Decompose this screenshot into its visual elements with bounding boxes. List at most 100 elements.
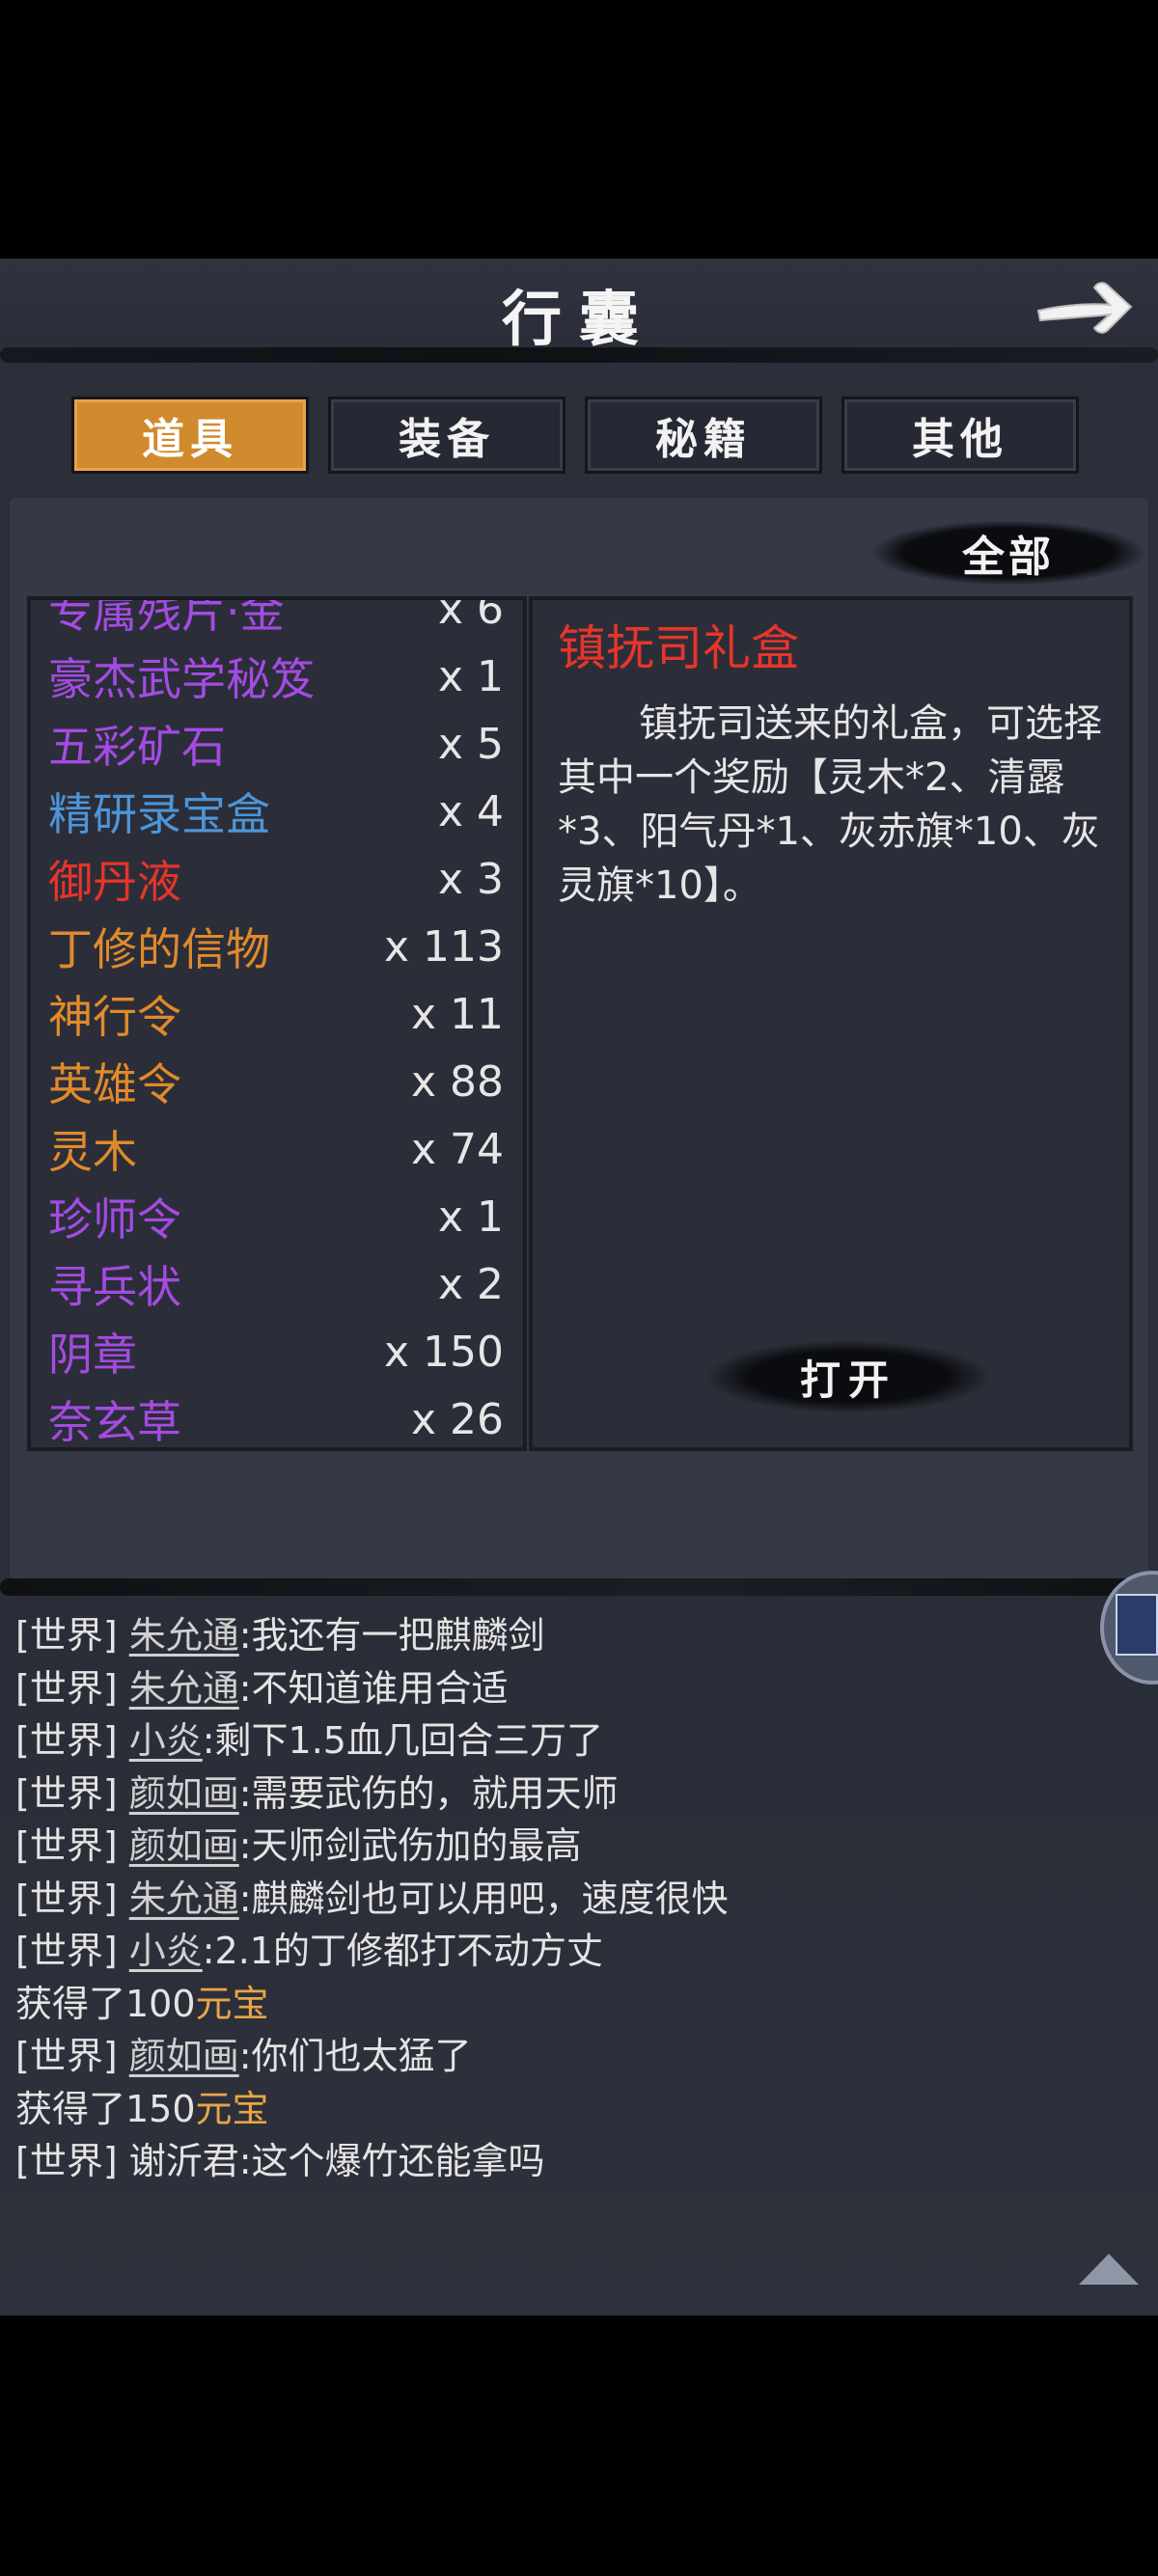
item-name: 精研录宝盒 — [48, 788, 270, 840]
item-list[interactable]: 专属残片·金 x 6 豪杰武学秘笈 x 1 五彩矿石 x 5 精研录宝盒 x 4 御丹液 x 3 丁… — [27, 596, 527, 1451]
item-name: 阴章 — [48, 1329, 137, 1381]
right-arrow-icon[interactable] — [1034, 272, 1135, 342]
chat-message: 获得了150元宝 — [15, 2083, 1077, 2136]
item-name: 神行令 — [48, 991, 181, 1043]
chat-message: [世界] 谢沂君:这个爆竹还能拿吗 — [15, 2135, 1077, 2188]
tab-manuals[interactable]: 秘籍 — [585, 397, 822, 474]
item-name: 专属残片·金 — [48, 596, 285, 638]
status-bar-area — [0, 0, 1158, 259]
chat-text: :剩下1.5血几回合三万了 — [202, 1719, 603, 1762]
open-button[interactable]: 打开 — [708, 1341, 988, 1412]
item-name: 灵木 — [48, 1126, 137, 1178]
chat-message: [世界] 小炎:剩下1.5血几回合三万了 — [15, 1714, 1077, 1768]
item-quantity: x 4 — [437, 786, 504, 836]
chat-message: [世界] 颜如画:天师剑武伤加的最高 — [15, 1820, 1077, 1873]
item-quantity: x 1 — [437, 1192, 504, 1242]
currency-label: 元宝 — [195, 2087, 269, 2130]
list-item[interactable]: 英雄令 x 88 — [31, 1048, 523, 1115]
navigation-bar-area — [0, 2316, 1158, 2576]
list-item[interactable]: 精研录宝盒 x 4 — [31, 778, 523, 845]
item-quantity: x 88 — [410, 1056, 504, 1107]
chat-message: 获得了100元宝 — [15, 1978, 1077, 2031]
currency-label: 元宝 — [195, 1982, 269, 2025]
header-divider — [0, 347, 1158, 363]
filter-all-button[interactable]: 全部 — [873, 521, 1144, 585]
list-item[interactable]: 御丹液 x 3 — [31, 845, 523, 913]
chat-log[interactable]: [世界] 朱允通:我还有一把麒麟剑 [世界] 朱允通:不知道谁用合适 [世界] 小炎… — [15, 1609, 1077, 2188]
item-quantity: x 74 — [410, 1124, 504, 1174]
item-name: 豪杰武学秘笈 — [48, 653, 315, 705]
item-name: 奈玄草 — [48, 1396, 181, 1448]
chat-message: [世界] 朱允通:我还有一把麒麟剑 — [15, 1609, 1077, 1662]
item-name: 御丹液 — [48, 856, 181, 908]
chat-sender[interactable]: 谢沂君 — [129, 2140, 239, 2182]
chat-sender[interactable]: 朱允通 — [129, 1614, 239, 1657]
list-item[interactable]: 专属残片·金 x 6 — [31, 596, 523, 643]
page-title: 行囊 — [501, 284, 656, 354]
item-name: 珍师令 — [48, 1193, 181, 1246]
chat-channel: [世界] — [15, 2035, 129, 2077]
chat-channel: [世界] — [15, 1771, 129, 1815]
chat-divider — [0, 1578, 1158, 1596]
chat-message: [世界] 颜如画:你们也太猛了 — [15, 2030, 1077, 2083]
tab-equipment[interactable]: 装备 — [328, 397, 565, 474]
chat-channel: [世界] — [15, 1666, 129, 1710]
chat-sender[interactable]: 颜如画 — [129, 2035, 239, 2077]
chat-message: [世界] 朱允通:麒麟剑也可以用吧，速度很快 — [15, 1873, 1077, 1926]
item-name: 英雄令 — [48, 1058, 181, 1110]
item-quantity: x 150 — [383, 1327, 504, 1377]
tab-items[interactable]: 道具 — [71, 397, 309, 474]
chat-text: :2.1的丁修都打不动方丈 — [202, 1930, 603, 1972]
item-quantity: x 2 — [437, 1259, 504, 1309]
chat-sender[interactable]: 朱允通 — [129, 1877, 239, 1920]
chat-channel: [世界] — [15, 1614, 129, 1657]
chat-sender[interactable]: 小炎 — [129, 1719, 203, 1762]
chat-channel: [世界] — [15, 2140, 129, 2182]
item-quantity: x 3 — [437, 854, 504, 904]
item-quantity: x 26 — [410, 1394, 504, 1444]
chat-sender[interactable]: 小炎 — [129, 1930, 203, 1972]
detail-item-name: 镇抚司礼盒 — [558, 620, 799, 676]
item-name: 寻兵状 — [48, 1261, 181, 1313]
item-quantity: x 1 — [437, 651, 504, 701]
chat-sender[interactable]: 颜如画 — [129, 1772, 239, 1815]
item-quantity: x 6 — [437, 596, 504, 634]
list-item[interactable]: 五彩矿石 x 5 — [31, 710, 523, 778]
chat-text: :不知道谁用合适 — [238, 1666, 509, 1710]
chat-text: :我还有一把麒麟剑 — [238, 1614, 545, 1657]
tab-other[interactable]: 其他 — [841, 397, 1079, 474]
category-tabs: 道具 装备 秘籍 其他 — [71, 397, 1087, 476]
chat-text: :你们也太猛了 — [238, 2035, 472, 2077]
list-item[interactable]: 珍师令 x 1 — [31, 1183, 523, 1250]
list-item[interactable]: 灵木 x 74 — [31, 1115, 523, 1183]
list-item[interactable]: 豪杰武学秘笈 x 1 — [31, 643, 523, 710]
system-message-text: 获得了100 — [15, 1982, 196, 2025]
chat-channel: [世界] — [15, 1824, 129, 1867]
chat-channel: [世界] — [15, 1719, 129, 1762]
item-quantity: x 113 — [383, 921, 504, 972]
header: 行囊 — [0, 259, 1158, 363]
triangle-up-icon[interactable] — [1075, 2250, 1143, 2288]
list-item[interactable]: 奈玄草 x 26 — [31, 1385, 523, 1448]
chat-sender[interactable]: 颜如画 — [129, 1824, 239, 1867]
chat-message: [世界] 小炎:2.1的丁修都打不动方丈 — [15, 1925, 1077, 1978]
chat-text: :麒麟剑也可以用吧，速度很快 — [238, 1877, 729, 1920]
item-name: 五彩矿石 — [48, 721, 226, 773]
system-message-text: 获得了150 — [15, 2087, 196, 2130]
chat-message: [世界] 朱允通:不知道谁用合适 — [15, 1662, 1077, 1715]
chat-text: :天师剑武伤加的最高 — [238, 1824, 582, 1867]
inventory-screen: 行囊 道具 装备 秘籍 其他 全部 专属残片·金 x 6 豪杰武学秘笈 x 1 五彩矿石… — [0, 259, 1158, 2316]
item-quantity: x 5 — [437, 719, 504, 769]
list-item[interactable]: 神行令 x 11 — [31, 980, 523, 1048]
chat-channel: [世界] — [15, 1877, 129, 1920]
item-quantity: x 11 — [410, 989, 504, 1039]
detail-description: 镇抚司送来的礼盒，可选择其中一个奖励【灵木*2、清露*3、阳气丹*1、灰赤旗*1… — [558, 701, 1102, 908]
list-item[interactable]: 阴章 x 150 — [31, 1318, 523, 1385]
chat-sender[interactable]: 朱允通 — [129, 1667, 239, 1710]
chat-text: :需要武伤的，就用天师 — [238, 1771, 619, 1815]
list-item[interactable]: 寻兵状 x 2 — [31, 1250, 523, 1318]
list-item[interactable]: 丁修的信物 x 113 — [31, 913, 523, 980]
chat-channel: [世界] — [15, 1930, 129, 1972]
chat-message: [世界] 颜如画:需要武伤的，就用天师 — [15, 1768, 1077, 1821]
chat-text: :这个爆竹还能拿吗 — [238, 2140, 545, 2182]
